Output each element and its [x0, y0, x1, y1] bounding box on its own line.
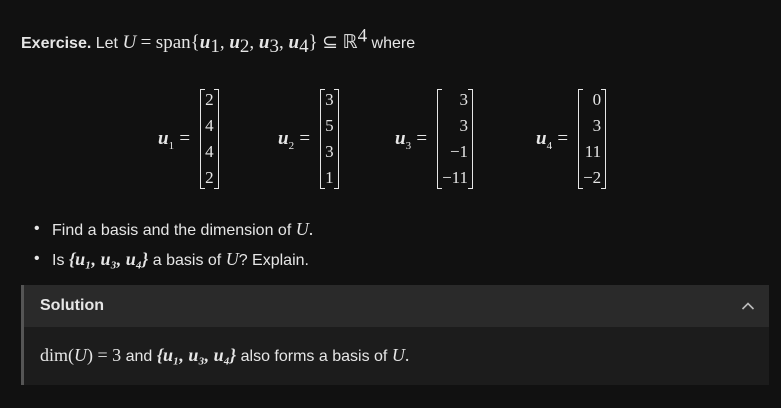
vector-entry: 3: [325, 142, 334, 161]
vector-entry: 4: [205, 142, 214, 161]
symbol-U: U: [295, 219, 309, 239]
vector-subscript: 3: [269, 36, 279, 58]
vector-subscript: 2: [239, 36, 250, 58]
task-item: Find a basis and the dimension of U.: [34, 214, 313, 244]
vector-entry: 1: [325, 168, 334, 187]
vector-symbol: u: [199, 32, 211, 53]
column-vector: 3 5 3 1: [320, 87, 339, 191]
vector-entry: 3: [325, 90, 334, 109]
vector-entry: 3: [592, 116, 602, 135]
exercise-page: Exercise. Let U = span{u1, u2, u3, u4} ⊆…: [0, 0, 781, 408]
vector-set: {u₁, u₃, u₄}: [68, 249, 149, 269]
intro-text: Let: [95, 35, 118, 52]
vector-subscript: 4: [299, 36, 309, 58]
task-item: Is {u₁, u₃, u₄} a basis of U? Explain.: [34, 244, 313, 274]
vector-name: u: [158, 128, 169, 149]
vector-symbol: u: [229, 32, 240, 53]
vector-entry: −2: [583, 168, 602, 187]
vector-entry: 3: [459, 90, 469, 109]
vector-definitions: u1 = 2 4 4 2 u2 = 3 5 3 1 u3 = 3 3 −1 −1…: [0, 87, 781, 191]
vector-index: 2: [288, 139, 295, 152]
chevron-up-icon[interactable]: [741, 301, 755, 311]
exercise-label: Exercise.: [21, 35, 92, 52]
vector-name: u: [536, 128, 547, 149]
vector-u4: u4 = 0 3 11 −2: [536, 87, 607, 191]
vector-index: 3: [405, 139, 412, 152]
solution-panel: Solution dim(U) = 3 and {u₁, u₃, u₄} als…: [21, 285, 769, 385]
vector-name: u: [278, 128, 289, 149]
vector-entry: 3: [459, 116, 469, 135]
open-brace: {: [190, 32, 200, 53]
where-text: where: [371, 35, 416, 52]
vector-entry: 0: [592, 90, 602, 109]
symbol-U: U: [122, 32, 137, 53]
column-vector: 0 3 11 −2: [578, 87, 607, 191]
vector-entry: −11: [442, 168, 469, 187]
vector-symbol: u: [258, 32, 270, 53]
solution-toggle[interactable]: Solution: [24, 285, 769, 327]
span-operator: span: [155, 32, 191, 53]
vector-entry: −1: [449, 142, 469, 161]
vector-u2: u2 = 3 5 3 1: [278, 87, 339, 191]
column-vector: 2 4 4 2: [200, 87, 219, 191]
solution-content: dim(U) = 3 and {u₁, u₃, u₄} also forms a…: [40, 345, 410, 365]
reals-symbol: ℝ: [342, 32, 358, 53]
vector-name: u: [395, 128, 406, 149]
symbol-U: U: [225, 249, 239, 269]
solution-title: Solution: [40, 297, 104, 314]
vector-entry: 2: [205, 168, 214, 187]
subset-symbol: ⊆: [322, 32, 339, 53]
vector-set: {u₁, u₃, u₄}: [156, 345, 237, 365]
vector-entry: 5: [325, 116, 334, 135]
vector-index: 1: [168, 139, 175, 152]
vector-subscript: 1: [210, 36, 220, 58]
vector-symbol: u: [288, 32, 300, 53]
column-vector: 3 3 −1 −11: [437, 87, 474, 191]
reals-exponent: 4: [357, 25, 368, 47]
vector-entry: 2: [205, 90, 214, 109]
vector-entry: 4: [205, 116, 214, 135]
vector-index: 4: [546, 139, 553, 152]
task-list: Find a basis and the dimension of U. Is …: [34, 214, 313, 274]
vector-entry: 11: [584, 142, 602, 161]
exercise-statement: Exercise. Let U = span{u1, u2, u3, u4} ⊆…: [21, 25, 416, 58]
close-brace: }: [308, 32, 318, 53]
vector-u3: u3 = 3 3 −1 −11: [395, 87, 474, 191]
vector-u1: u1 = 2 4 4 2: [158, 87, 219, 191]
equals-sign: =: [140, 32, 152, 53]
